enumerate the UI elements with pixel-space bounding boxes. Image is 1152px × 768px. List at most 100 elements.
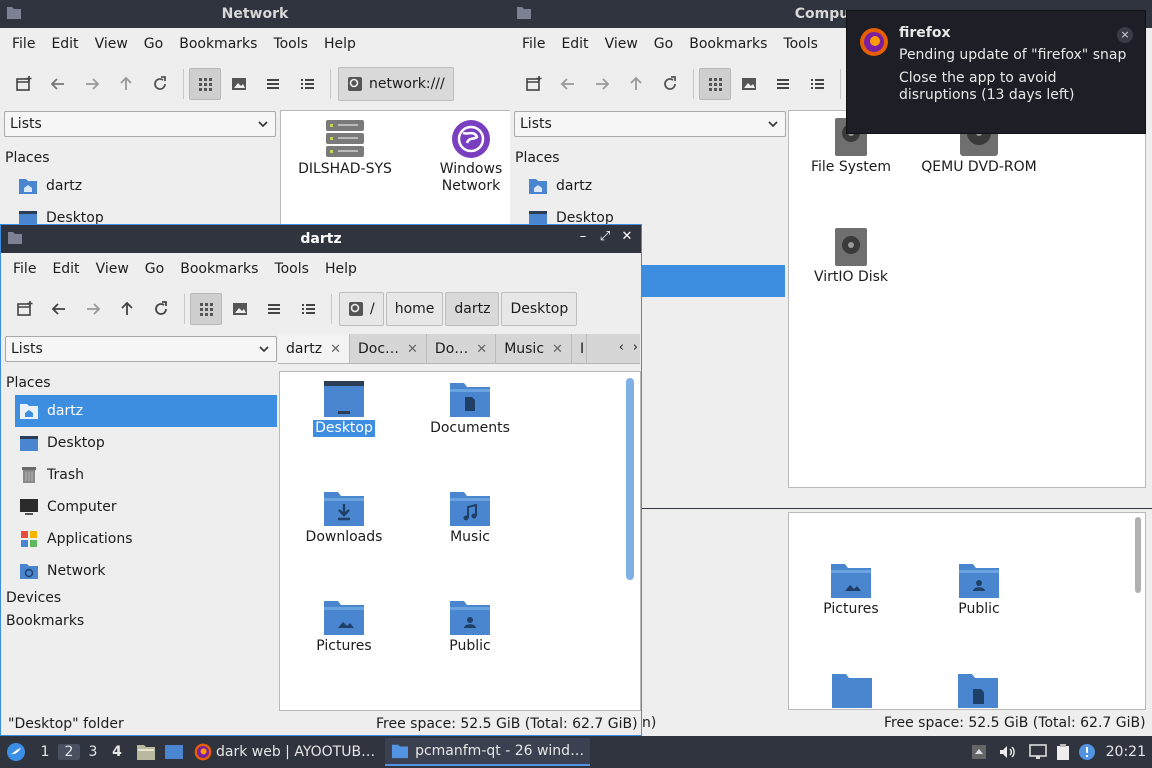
icon-view-button[interactable] bbox=[699, 68, 731, 100]
menu-go[interactable]: Go bbox=[646, 36, 681, 52]
menu-go[interactable]: Go bbox=[136, 36, 171, 52]
menu-file[interactable]: File bbox=[4, 36, 43, 52]
clipboard-icon[interactable] bbox=[1054, 743, 1072, 761]
icon-view-button[interactable] bbox=[189, 68, 221, 100]
folder-item-pictures[interactable]: Pictures bbox=[791, 561, 911, 618]
minimize-button[interactable]: – bbox=[575, 229, 591, 244]
menu-file[interactable]: File bbox=[5, 261, 44, 277]
notification-close-button[interactable]: × bbox=[1117, 27, 1133, 43]
place-item-computer[interactable]: Computer bbox=[1, 491, 277, 523]
new-window-button[interactable] bbox=[518, 68, 550, 100]
place-item-dartz[interactable]: dartz bbox=[15, 395, 277, 427]
tab-scroll-left-icon[interactable]: ‹ bbox=[619, 340, 624, 355]
menu-help[interactable]: Help bbox=[316, 36, 364, 52]
new-window-button[interactable] bbox=[9, 293, 41, 325]
menu-edit[interactable]: Edit bbox=[553, 36, 596, 52]
workspace-3[interactable]: 3 bbox=[82, 744, 104, 760]
menu-bookmarks[interactable]: Bookmarks bbox=[171, 36, 265, 52]
breadcrumb-root[interactable]: / bbox=[339, 292, 384, 326]
compact-view-button[interactable] bbox=[258, 293, 290, 325]
clock[interactable]: 20:21 bbox=[1106, 744, 1146, 760]
thumbnail-view-button[interactable] bbox=[224, 293, 256, 325]
breadcrumb-dartz[interactable]: dartz bbox=[445, 292, 500, 326]
places-header[interactable]: Places bbox=[510, 146, 786, 170]
task-file-manager[interactable]: pcmanfm-qt - 26 wind… bbox=[385, 738, 591, 766]
tab-scroll-right-icon[interactable]: › bbox=[633, 340, 638, 355]
menu-edit[interactable]: Edit bbox=[44, 261, 87, 277]
thumbnail-view-button[interactable] bbox=[223, 68, 255, 100]
menu-go[interactable]: Go bbox=[137, 261, 172, 277]
folder-item-pictures[interactable]: Pictures bbox=[284, 598, 404, 655]
location-bar[interactable]: network:/// bbox=[338, 67, 454, 101]
detail-view-button[interactable] bbox=[291, 68, 323, 100]
new-window-button[interactable] bbox=[8, 68, 40, 100]
folder-item-documents[interactable]: Documents bbox=[410, 380, 530, 437]
forward-button[interactable] bbox=[76, 68, 108, 100]
back-button[interactable] bbox=[552, 68, 584, 100]
menu-tools[interactable]: Tools bbox=[266, 261, 317, 277]
network-item-dilshad-sys[interactable]: DILSHAD-SYS bbox=[285, 119, 405, 178]
forward-button[interactable] bbox=[77, 293, 109, 325]
tab-music[interactable]: Music ✕ bbox=[496, 334, 572, 363]
breadcrumb-desktop[interactable]: Desktop bbox=[501, 292, 578, 326]
dartz-titlebar[interactable]: dartz – ⤢ ✕ bbox=[1, 225, 641, 253]
places-header[interactable]: Places bbox=[0, 146, 276, 170]
volume-icon[interactable] bbox=[998, 743, 1016, 761]
folder-item-public[interactable]: Public bbox=[410, 598, 530, 655]
back-button[interactable] bbox=[42, 68, 74, 100]
detail-view-button[interactable] bbox=[292, 293, 324, 325]
folder-item-music[interactable]: Music bbox=[410, 489, 530, 546]
compact-view-button[interactable] bbox=[257, 68, 289, 100]
tab-close-icon[interactable]: ✕ bbox=[476, 342, 487, 357]
scrollbar[interactable] bbox=[1135, 517, 1141, 593]
device-item-virtio-disk[interactable]: VirtIO Disk bbox=[791, 227, 911, 286]
menu-tools[interactable]: Tools bbox=[265, 36, 316, 52]
close-button[interactable]: ✕ bbox=[619, 229, 635, 244]
place-item-trash[interactable]: Trash bbox=[1, 459, 277, 491]
update-notifier-icon[interactable] bbox=[1078, 743, 1096, 761]
tab-dartz[interactable]: dartz ✕ bbox=[278, 334, 350, 363]
tab-downloads[interactable]: Do… ✕ bbox=[427, 334, 497, 363]
tab-close-icon[interactable]: ✕ bbox=[552, 342, 563, 357]
side-pane-mode-select[interactable]: Lists bbox=[5, 336, 277, 362]
side-pane-mode-select[interactable]: Lists bbox=[514, 111, 786, 137]
back-button[interactable] bbox=[43, 293, 75, 325]
forward-button[interactable] bbox=[586, 68, 618, 100]
bookmarks-header[interactable]: Bookmarks bbox=[1, 609, 277, 633]
notification-popup[interactable]: firefox Pending update of "firefox" snap… bbox=[846, 10, 1146, 134]
place-item-applications[interactable]: Applications bbox=[1, 523, 277, 555]
tab-close-icon[interactable]: ✕ bbox=[330, 342, 341, 357]
compact-view-button[interactable] bbox=[767, 68, 799, 100]
side-pane-mode-select[interactable]: Lists bbox=[4, 111, 276, 137]
desktop-launcher-icon[interactable] bbox=[164, 743, 184, 761]
menu-view[interactable]: View bbox=[88, 261, 137, 277]
folder-item-desktop[interactable]: Desktop bbox=[284, 380, 404, 437]
reload-button[interactable] bbox=[145, 293, 177, 325]
place-item-dartz[interactable]: dartz bbox=[0, 170, 276, 202]
menu-view[interactable]: View bbox=[597, 36, 646, 52]
network-item-windows-network[interactable]: Windows Network bbox=[411, 119, 510, 195]
maximize-button[interactable]: ⤢ bbox=[597, 229, 613, 244]
tab-more[interactable]: I bbox=[572, 334, 588, 363]
detail-view-button[interactable] bbox=[801, 68, 833, 100]
menu-help[interactable]: Help bbox=[317, 261, 365, 277]
network-titlebar[interactable]: Network bbox=[0, 0, 510, 28]
tab-documents[interactable]: Doc… ✕ bbox=[350, 334, 427, 363]
task-firefox[interactable]: dark web | AYOOTUB… bbox=[188, 738, 381, 766]
icon-view-button[interactable] bbox=[190, 293, 222, 325]
place-item-desktop[interactable]: Desktop bbox=[0, 202, 276, 226]
places-header[interactable]: Places bbox=[1, 371, 277, 395]
start-menu-icon[interactable] bbox=[6, 742, 26, 762]
place-item-network[interactable]: Network bbox=[1, 555, 277, 587]
up-button[interactable] bbox=[620, 68, 652, 100]
workspace-2[interactable]: 2 bbox=[58, 744, 80, 760]
folder-item-downloads[interactable]: Downloads bbox=[284, 489, 404, 546]
folder-item-public[interactable]: Public bbox=[919, 561, 1039, 618]
menu-file[interactable]: File bbox=[514, 36, 553, 52]
up-button[interactable] bbox=[110, 68, 142, 100]
reload-button[interactable] bbox=[144, 68, 176, 100]
menu-bookmarks[interactable]: Bookmarks bbox=[172, 261, 266, 277]
menu-edit[interactable]: Edit bbox=[43, 36, 86, 52]
workspace-1[interactable]: 1 bbox=[34, 744, 56, 760]
up-button[interactable] bbox=[111, 293, 143, 325]
